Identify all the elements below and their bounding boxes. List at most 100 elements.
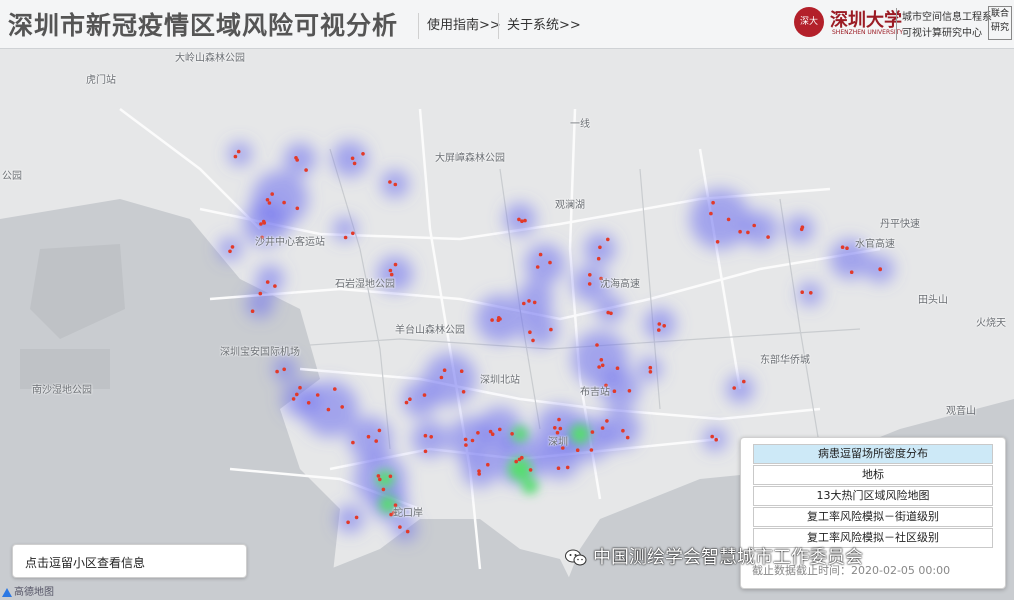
stay-location-dot[interactable]: [621, 428, 625, 433]
layer-option-patient-density[interactable]: 病患逗留场所密度分布: [753, 444, 993, 464]
stay-location-dot[interactable]: [295, 206, 300, 211]
stay-location-dot[interactable]: [340, 405, 345, 409]
stay-location-dot[interactable]: [381, 487, 386, 492]
nav-about-link[interactable]: 关于系统>>: [498, 13, 589, 39]
stay-location-dot[interactable]: [648, 365, 653, 370]
stay-location-dot[interactable]: [476, 431, 480, 435]
stay-location-dot[interactable]: [488, 429, 493, 434]
stay-location-dot[interactable]: [710, 434, 714, 439]
stay-location-dot[interactable]: [388, 474, 393, 479]
stay-location-dot[interactable]: [752, 223, 756, 228]
stay-location-dot[interactable]: [376, 474, 381, 478]
stay-location-dot[interactable]: [258, 291, 263, 296]
stay-location-dot[interactable]: [662, 324, 666, 328]
stay-location-dot[interactable]: [228, 249, 232, 254]
stay-location-dot[interactable]: [442, 368, 447, 373]
stay-location-dot[interactable]: [606, 237, 610, 242]
stay-location-dot[interactable]: [878, 267, 882, 271]
stay-location-dot[interactable]: [800, 290, 804, 294]
stay-location-dot[interactable]: [556, 466, 561, 471]
stay-location-dot[interactable]: [490, 318, 494, 322]
stay-location-dot[interactable]: [510, 432, 514, 436]
stay-location-dot[interactable]: [612, 389, 617, 394]
stay-location-dot[interactable]: [625, 435, 630, 440]
stay-location-dot[interactable]: [250, 309, 255, 314]
stay-location-dot[interactable]: [463, 437, 468, 442]
stay-location-dot[interactable]: [236, 149, 241, 154]
stay-location-dot[interactable]: [439, 375, 444, 380]
stay-location-dot[interactable]: [261, 219, 266, 224]
stay-location-dot[interactable]: [599, 358, 604, 362]
stay-location-dot[interactable]: [522, 301, 526, 306]
stay-location-dot[interactable]: [398, 525, 402, 529]
stay-location-dot[interactable]: [596, 256, 601, 261]
stay-location-dot[interactable]: [361, 152, 365, 156]
stay-location-dot[interactable]: [265, 198, 270, 202]
stay-location-dot[interactable]: [648, 370, 653, 374]
stay-location-dot[interactable]: [657, 322, 662, 326]
stay-location-dot[interactable]: [711, 200, 715, 205]
stay-location-dot[interactable]: [429, 435, 434, 439]
stay-location-dot[interactable]: [282, 367, 287, 372]
stay-location-dot[interactable]: [230, 245, 235, 249]
stay-location-dot[interactable]: [587, 282, 592, 286]
stay-location-dot[interactable]: [267, 201, 272, 205]
stay-location-dot[interactable]: [291, 397, 296, 401]
stay-location-dot[interactable]: [352, 161, 357, 166]
stay-location-dot[interactable]: [298, 385, 302, 390]
stay-location-dot[interactable]: [378, 477, 382, 482]
stay-location-dot[interactable]: [477, 469, 481, 473]
stay-location-dot[interactable]: [461, 390, 466, 394]
stay-location-dot[interactable]: [575, 448, 580, 453]
stay-location-dot[interactable]: [351, 231, 355, 236]
stay-location-dot[interactable]: [423, 433, 428, 438]
stay-location-dot[interactable]: [259, 222, 263, 226]
stay-location-dot[interactable]: [605, 419, 609, 423]
stay-location-dot[interactable]: [558, 426, 563, 431]
stay-location-dot[interactable]: [295, 392, 299, 397]
stay-location-dot[interactable]: [408, 397, 412, 402]
stay-location-dot[interactable]: [388, 180, 392, 184]
stay-location-dot[interactable]: [549, 327, 553, 332]
stay-location-dot[interactable]: [351, 440, 355, 445]
stay-location-dot[interactable]: [598, 245, 602, 250]
layer-option-landmarks[interactable]: 地标: [753, 465, 993, 485]
stay-location-dot[interactable]: [333, 387, 337, 391]
stay-location-dot[interactable]: [590, 430, 595, 434]
stay-location-dot[interactable]: [527, 299, 531, 303]
stay-location-dot[interactable]: [405, 529, 410, 534]
stay-location-dot[interactable]: [715, 240, 720, 244]
layer-option-street-resume-risk[interactable]: 复工率风险模拟－街道级别: [753, 507, 993, 527]
stay-location-dot[interactable]: [597, 365, 601, 369]
stay-location-dot[interactable]: [738, 229, 742, 234]
stay-location-dot[interactable]: [304, 168, 308, 172]
stay-location-dot[interactable]: [595, 343, 599, 347]
stay-location-dot[interactable]: [354, 515, 359, 520]
stay-location-dot[interactable]: [799, 227, 804, 232]
stay-location-dot[interactable]: [557, 417, 561, 422]
stay-location-dot[interactable]: [374, 439, 379, 443]
stay-location-dot[interactable]: [732, 386, 736, 390]
stay-location-dot[interactable]: [589, 448, 594, 452]
stay-location-dot[interactable]: [514, 459, 518, 464]
stay-location-dot[interactable]: [746, 230, 750, 235]
stay-location-dot[interactable]: [388, 268, 393, 273]
stay-location-dot[interactable]: [459, 369, 464, 374]
stay-location-dot[interactable]: [609, 311, 613, 316]
stay-location-dot[interactable]: [233, 154, 238, 159]
stay-location-dot[interactable]: [393, 182, 398, 187]
stay-location-dot[interactable]: [742, 379, 746, 384]
stay-location-dot[interactable]: [350, 156, 355, 161]
stay-location-dot[interactable]: [528, 330, 532, 335]
stay-location-dot[interactable]: [517, 457, 522, 462]
nav-guide-link[interactable]: 使用指南>>: [418, 13, 509, 39]
stay-location-dot[interactable]: [538, 252, 543, 257]
stay-location-dot[interactable]: [393, 262, 398, 267]
stay-location-dot[interactable]: [282, 200, 286, 205]
stay-location-dot[interactable]: [423, 449, 428, 454]
stay-location-dot[interactable]: [528, 468, 533, 472]
stay-location-dot[interactable]: [840, 245, 845, 249]
stay-location-dot[interactable]: [294, 156, 298, 160]
stay-location-dot[interactable]: [517, 217, 521, 222]
stay-location-dot[interactable]: [714, 437, 718, 442]
